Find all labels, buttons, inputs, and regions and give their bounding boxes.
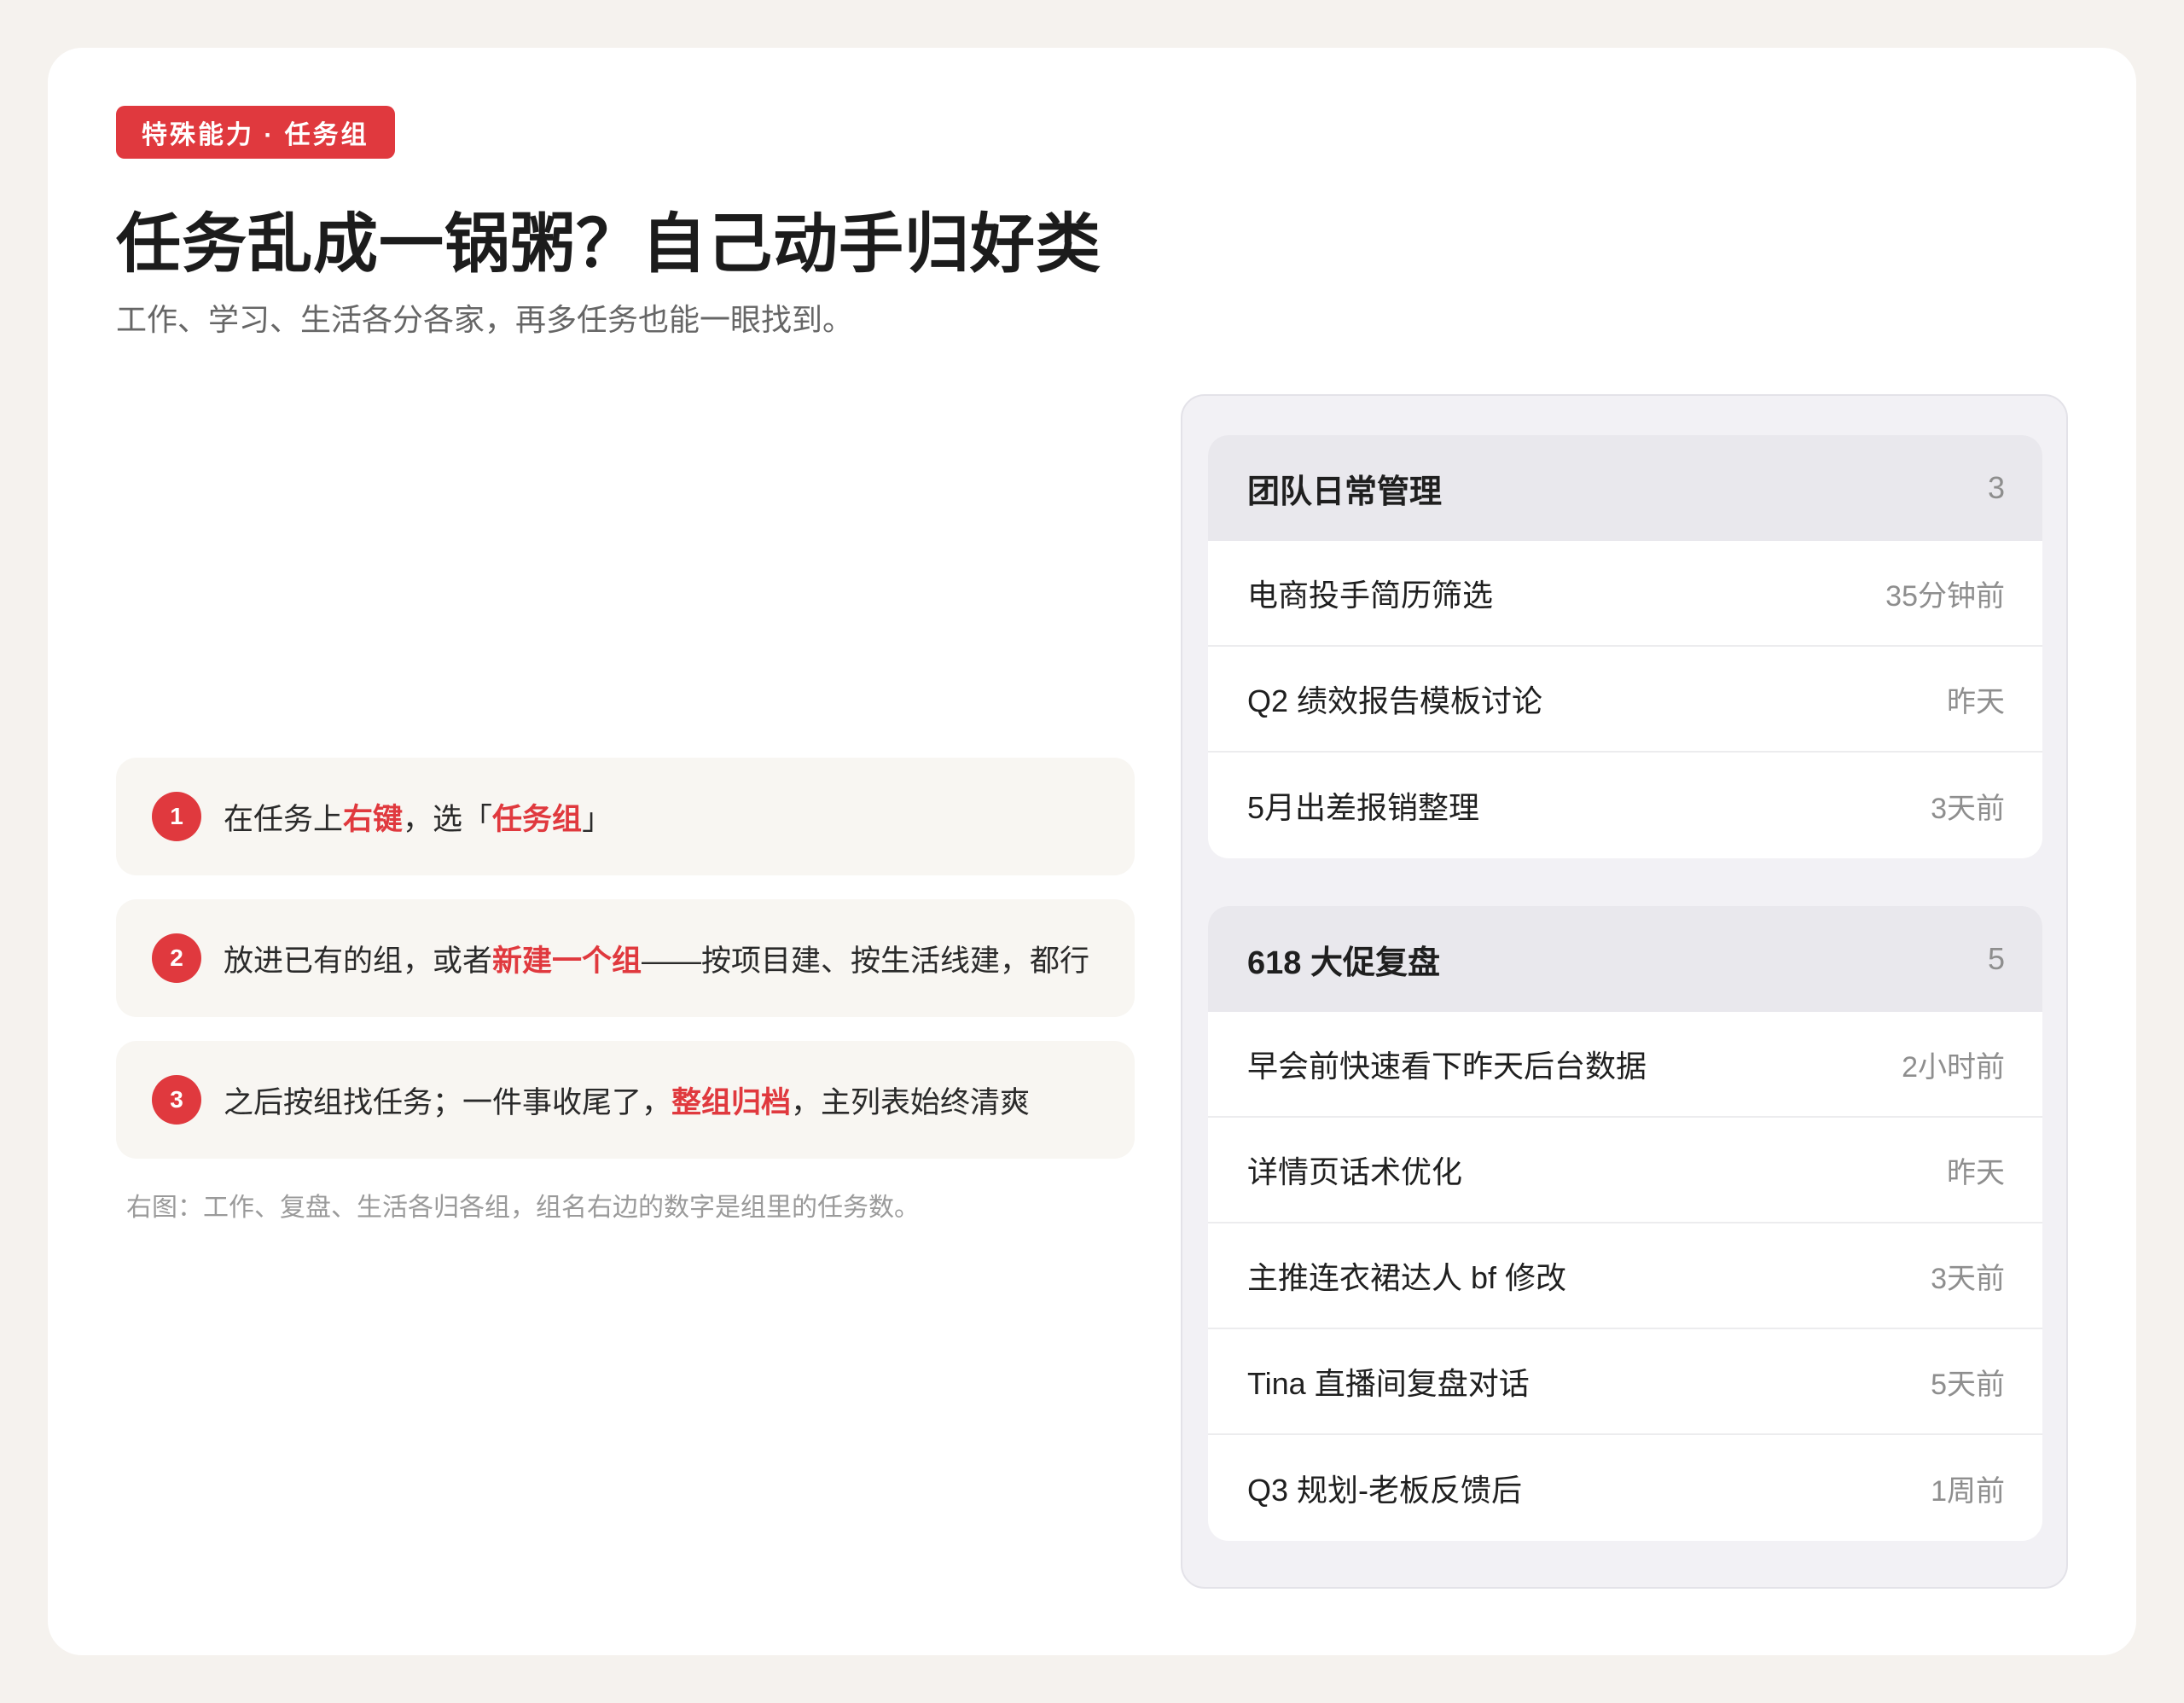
step-text: 在任务上右键，选「任务组」 bbox=[224, 802, 613, 836]
group-header[interactable]: 团队日常管理 3 bbox=[1208, 435, 2042, 541]
step-number: 3 bbox=[152, 1075, 201, 1125]
task-name: 5月出差报销整理 bbox=[1247, 790, 1480, 825]
task-row[interactable]: 主推连衣裙达人 bf 修改 3天前 bbox=[1208, 1223, 2042, 1329]
task-name: Tina 直播间复盘对话 bbox=[1247, 1366, 1530, 1401]
step-2: 2 放进已有的组，或者新建一个组——按项目建、按生活线建，都行 bbox=[116, 899, 1135, 1017]
task-group: 618 大促复盘 5 早会前快速看下昨天后台数据 2小时前 详情页话术优化 昨天… bbox=[1208, 906, 2042, 1541]
task-row[interactable]: 5月出差报销整理 3天前 bbox=[1208, 753, 2042, 858]
highlight-archive-group: 整组归档 bbox=[671, 1085, 792, 1119]
task-time: 3天前 bbox=[1931, 1262, 2005, 1295]
task-time: 昨天 bbox=[1947, 685, 2005, 718]
group-header[interactable]: 618 大促复盘 5 bbox=[1208, 906, 2042, 1012]
task-row[interactable]: 早会前快速看下昨天后台数据 2小时前 bbox=[1208, 1012, 2042, 1118]
task-time: 2小时前 bbox=[1902, 1050, 2005, 1084]
task-time: 1周前 bbox=[1931, 1474, 2005, 1508]
highlight-task-group: 任务组 bbox=[492, 802, 583, 836]
task-time: 5天前 bbox=[1931, 1368, 2005, 1401]
task-time: 3天前 bbox=[1931, 792, 2005, 825]
task-row[interactable]: 电商投手简历筛选 35分钟前 bbox=[1208, 541, 2042, 647]
group-count: 3 bbox=[1987, 470, 2005, 505]
task-row[interactable]: Tina 直播间复盘对话 5天前 bbox=[1208, 1329, 2042, 1435]
feature-card: 特殊能力 · 任务组 任务乱成一锅粥？自己动手归好类 工作、学习、生活各分各家，… bbox=[48, 48, 2136, 1655]
step-number: 2 bbox=[152, 933, 201, 983]
page-title: 任务乱成一锅粥？自己动手归好类 bbox=[116, 208, 1101, 281]
highlight-new-group: 新建一个组 bbox=[492, 944, 642, 978]
task-name: 详情页话术优化 bbox=[1247, 1154, 1463, 1189]
step-3: 3 之后按组找任务；一件事收尾了，整组归档，主列表始终清爽 bbox=[116, 1041, 1135, 1159]
task-row[interactable]: Q3 规划-老板反馈后 1周前 bbox=[1208, 1435, 2042, 1541]
step-text: 放进已有的组，或者新建一个组——按项目建、按生活线建，都行 bbox=[224, 944, 1090, 978]
feature-badge: 特殊能力 · 任务组 bbox=[116, 106, 395, 159]
figure-caption: 右图：工作、复盘、生活各归各组，组名右边的数字是组里的任务数。 bbox=[126, 1194, 920, 1222]
group-name: 团队日常管理 bbox=[1247, 474, 1443, 510]
task-name: Q3 规划-老板反馈后 bbox=[1247, 1473, 1523, 1508]
task-name: 早会前快速看下昨天后台数据 bbox=[1247, 1049, 1647, 1084]
task-name: 电商投手简历筛选 bbox=[1247, 578, 1494, 613]
task-time: 35分钟前 bbox=[1885, 579, 2005, 613]
task-name: Q2 绩效报告模板讨论 bbox=[1247, 683, 1543, 718]
task-groups-panel: 团队日常管理 3 电商投手简历筛选 35分钟前 Q2 绩效报告模板讨论 昨天 5… bbox=[1181, 394, 2068, 1589]
task-row[interactable]: 详情页话术优化 昨天 bbox=[1208, 1118, 2042, 1223]
group-count: 5 bbox=[1987, 941, 2005, 976]
highlight-right-click: 右键 bbox=[343, 802, 404, 836]
page-subtitle: 工作、学习、生活各分各家，再多任务也能一眼找到。 bbox=[116, 302, 854, 337]
task-name: 主推连衣裙达人 bf 修改 bbox=[1247, 1260, 1567, 1295]
task-group: 团队日常管理 3 电商投手简历筛选 35分钟前 Q2 绩效报告模板讨论 昨天 5… bbox=[1208, 435, 2042, 858]
steps-list: 1 在任务上右键，选「任务组」 2 放进已有的组，或者新建一个组——按项目建、按… bbox=[116, 758, 1135, 1183]
step-text: 之后按组找任务；一件事收尾了，整组归档，主列表始终清爽 bbox=[224, 1085, 1031, 1119]
group-name: 618 大促复盘 bbox=[1247, 944, 1440, 981]
step-number: 1 bbox=[152, 792, 201, 841]
task-row[interactable]: Q2 绩效报告模板讨论 昨天 bbox=[1208, 647, 2042, 753]
task-time: 昨天 bbox=[1947, 1156, 2005, 1189]
step-1: 1 在任务上右键，选「任务组」 bbox=[116, 758, 1135, 875]
